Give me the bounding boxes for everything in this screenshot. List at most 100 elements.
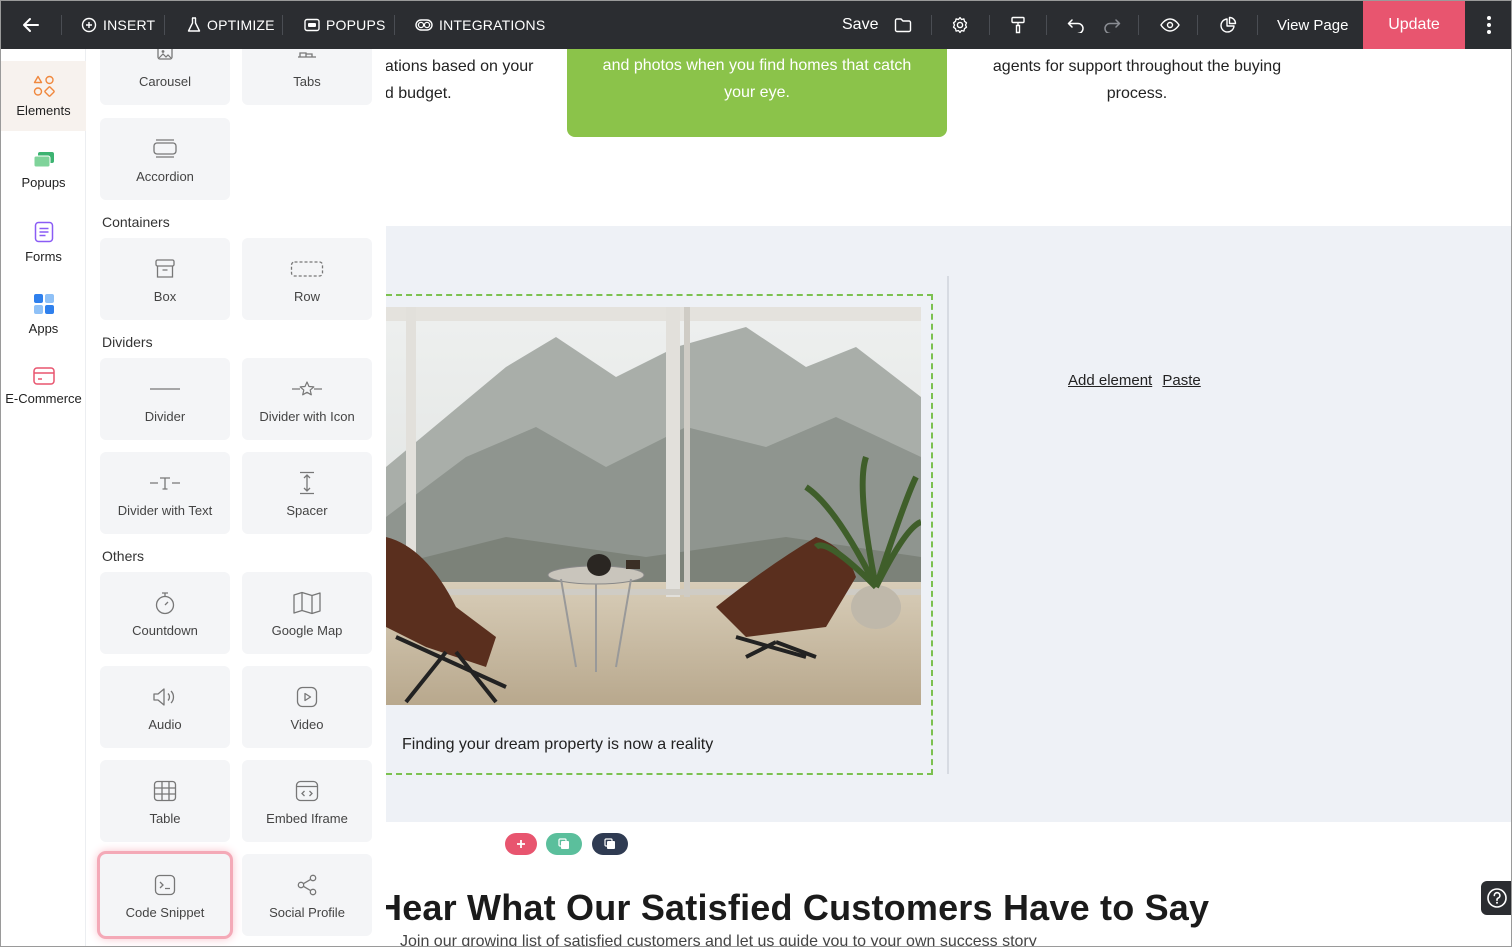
feature-card-highlight[interactable]: and photos when you find homes that catc… (567, 49, 947, 137)
selected-column[interactable]: Finding your dream property is now a rea… (386, 294, 933, 855)
more-options-button[interactable] (1467, 1, 1511, 49)
element-tile-embed-iframe[interactable]: Embed Iframe (242, 760, 372, 842)
toolbar-divider (931, 15, 932, 35)
rail-item-apps[interactable]: Apps (1, 279, 86, 349)
element-tile-divider-with-text[interactable]: Divider with Text (100, 452, 230, 534)
preview-button[interactable] (1152, 1, 1188, 49)
duplicate-block-button[interactable] (546, 833, 582, 855)
help-button[interactable] (1481, 881, 1511, 915)
apps-grid-icon (33, 293, 54, 314)
element-tile-google-map[interactable]: Google Map (242, 572, 372, 654)
element-tile-carousel[interactable]: Carousel (100, 49, 230, 105)
map-icon (293, 591, 321, 614)
popups-menu-button[interactable]: POPUPS (304, 1, 386, 49)
column-divider (947, 276, 949, 774)
element-tile-social-profile[interactable]: Social Profile (242, 854, 372, 936)
divider-star-icon (292, 380, 322, 395)
carousel-icon (157, 49, 173, 60)
tile-label: Audio (148, 716, 182, 732)
table-icon (153, 780, 177, 801)
top-toolbar: INSERT OPTIMIZE POPUPS INTEGRATIONS Save… (1, 1, 1511, 49)
add-block-button[interactable] (505, 833, 537, 855)
element-tile-accordion[interactable]: Accordion (100, 118, 230, 200)
rail-item-popups[interactable]: Popups (1, 135, 86, 205)
empty-column-actions: Add element Paste (1068, 372, 1207, 389)
feature-text-left: dations based on your nd budget. (386, 53, 533, 107)
insert-menu-button[interactable]: INSERT (81, 1, 155, 49)
copy-icon (604, 838, 615, 849)
rail-item-elements[interactable]: Elements (1, 61, 86, 131)
analytics-button[interactable] (1210, 1, 1246, 49)
feature-text-line: and photos when you find homes that catc… (602, 57, 912, 74)
element-tile-row[interactable]: Row (242, 238, 372, 320)
image-caption[interactable]: Finding your dream property is now a rea… (402, 736, 713, 754)
flask-icon (187, 17, 201, 32)
view-page-link[interactable]: View Page (1277, 1, 1348, 49)
feature-text-right: agents for support throughout the buying… (956, 53, 1318, 107)
toolbar-divider (989, 15, 990, 35)
update-button[interactable]: Update (1363, 1, 1465, 49)
tile-label: Video (290, 716, 324, 732)
stopwatch-icon (155, 591, 175, 614)
save-button[interactable]: Save (842, 1, 878, 49)
style-brush-button[interactable] (1000, 1, 1036, 49)
rail-label: Popups (21, 174, 66, 190)
rail-label: E-Commerce (5, 390, 82, 406)
optimize-menu-button[interactable]: OPTIMIZE (187, 1, 275, 49)
terminal-icon (154, 874, 176, 895)
tile-label: Box (153, 288, 177, 304)
add-element-link[interactable]: Add element (1068, 372, 1152, 389)
plus-circle-icon (81, 17, 97, 33)
redo-button[interactable] (1094, 1, 1130, 49)
page-canvas: dations based on your nd budget. and pho… (386, 49, 1511, 946)
tile-label: Divider (144, 408, 186, 424)
element-tile-tabs[interactable]: Tabs (242, 49, 372, 105)
shapes-icon (33, 75, 55, 97)
popup-icon (304, 18, 320, 32)
element-tile-audio[interactable]: Audio (100, 666, 230, 748)
element-tile-box[interactable]: Box (100, 238, 230, 320)
element-tile-table[interactable]: Table (100, 760, 230, 842)
element-tile-countdown[interactable]: Countdown (100, 572, 230, 654)
elements-panel: Carousel Tabs Accordion Containers Box R… (86, 49, 386, 946)
rail-item-ecommerce[interactable]: E-Commerce (1, 351, 86, 421)
gear-icon (952, 16, 968, 34)
section-heading-others: Others (102, 548, 145, 564)
element-tile-spacer[interactable]: Spacer (242, 452, 372, 534)
room-mountain-image (386, 307, 921, 705)
settings-button[interactable] (942, 1, 978, 49)
redo-icon (1104, 19, 1121, 33)
element-tile-divider[interactable]: Divider (100, 358, 230, 440)
paste-link[interactable]: Paste (1162, 372, 1200, 389)
element-tile-video[interactable]: Video (242, 666, 372, 748)
toolbar-divider (1138, 15, 1139, 35)
accordion-icon (153, 138, 177, 158)
feature-text-line: nd budget. (386, 85, 452, 102)
tile-label: Embed Iframe (266, 810, 348, 826)
tile-label: Carousel (138, 73, 192, 89)
tile-label: Row (293, 288, 320, 304)
tile-label: Countdown (132, 622, 198, 638)
share-icon (297, 874, 317, 895)
section-heading-dividers: Dividers (102, 334, 153, 350)
element-tile-divider-with-icon[interactable]: Divider with Icon (242, 358, 372, 440)
back-button[interactable] (1, 1, 61, 49)
testimonials-heading[interactable]: Hear What Our Satisfied Customers Have t… (386, 887, 1209, 929)
tile-label: Google Map (271, 622, 343, 638)
toolbar-divider (61, 15, 62, 35)
card-icon (32, 366, 55, 385)
testimonials-subtext[interactable]: Join our growing list of satisfied custo… (400, 933, 1037, 946)
toolbar-divider (1257, 15, 1258, 35)
rail-item-forms[interactable]: Forms (1, 207, 86, 277)
folder-button[interactable] (885, 1, 921, 49)
living-room-photo[interactable] (386, 307, 921, 705)
folder-icon (894, 18, 912, 33)
plus-icon (517, 840, 525, 848)
block-options-button[interactable] (592, 833, 628, 855)
undo-button[interactable] (1058, 1, 1094, 49)
integrations-menu-button[interactable]: INTEGRATIONS (415, 1, 545, 49)
pie-chart-icon (1220, 16, 1237, 33)
element-tile-code-snippet[interactable]: Code Snippet (100, 854, 230, 936)
embed-icon (295, 780, 319, 801)
tile-label: Spacer (286, 502, 328, 518)
